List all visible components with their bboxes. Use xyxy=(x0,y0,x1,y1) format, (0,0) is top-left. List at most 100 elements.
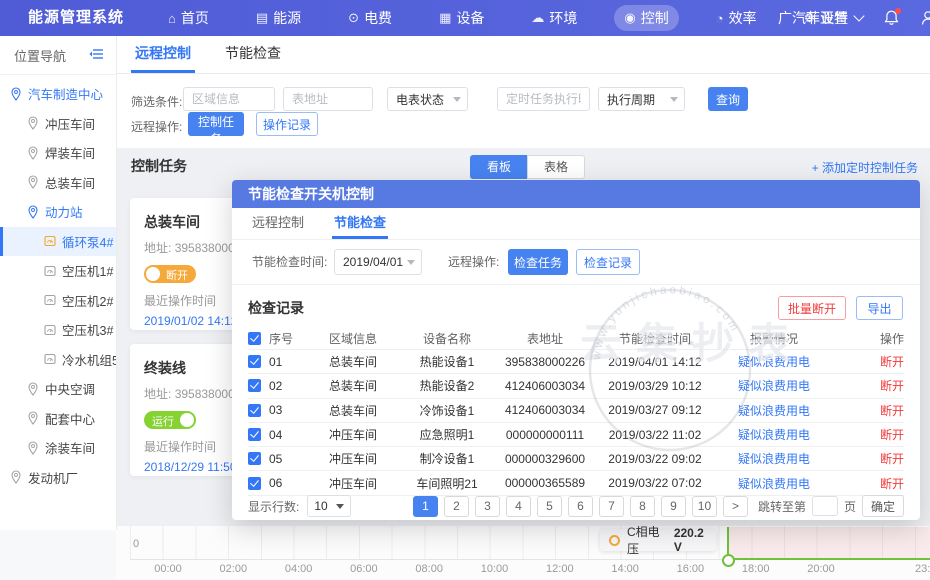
row-checkbox[interactable] xyxy=(248,452,261,465)
disconnect-link[interactable]: 断开 xyxy=(880,452,904,466)
sidebar-item-冷水机组5#[interactable]: 冷水机组5# xyxy=(0,345,116,375)
row-checkbox[interactable] xyxy=(248,428,261,441)
nav-item-设备[interactable]: ▦设备 xyxy=(429,5,494,31)
tab-energy-check[interactable]: 节能检查 xyxy=(221,43,285,73)
power-toggle-on[interactable]: 运行 xyxy=(144,411,196,429)
app-title: 能源管理系统 xyxy=(28,0,124,36)
page-button-6[interactable]: 6 xyxy=(568,496,593,517)
row-checkbox[interactable] xyxy=(248,355,261,368)
jump-page-input[interactable] xyxy=(812,496,838,516)
search-button[interactable]: 查询 xyxy=(708,87,748,111)
page-button-8[interactable]: 8 xyxy=(630,496,655,517)
sidebar-item-焊装车间[interactable]: 焊装车间 xyxy=(0,138,116,168)
dialog-tabs: 远程控制 节能检查 xyxy=(232,208,920,240)
page-button-3[interactable]: 3 xyxy=(475,496,500,517)
disconnect-link[interactable]: 断开 xyxy=(880,379,904,393)
section-title: 控制任务 xyxy=(131,156,187,176)
check-log-button[interactable]: 检查记录 xyxy=(576,249,640,275)
notification-bell-icon[interactable] xyxy=(883,9,900,27)
alarm-link[interactable]: 疑似浪费用电 xyxy=(738,452,810,466)
sidebar-item-空压机2#[interactable]: 空压机2# xyxy=(0,286,116,316)
rows-per-page-select[interactable]: 10 xyxy=(307,495,351,517)
sidebar-item-动力站[interactable]: 动力站 xyxy=(0,197,116,227)
header-cell: 序号 xyxy=(248,330,306,347)
sidebar-item-中央空调[interactable]: 中央空调 xyxy=(0,374,116,404)
export-button[interactable]: 导出 xyxy=(856,296,903,320)
power-toggle-off[interactable]: 断开 xyxy=(144,265,196,283)
nav-item-环境[interactable]: ☁环境 xyxy=(521,5,587,31)
alarm-link[interactable]: 疑似浪费用电 xyxy=(738,404,810,418)
company-selector[interactable]: 广汽菲亚特 xyxy=(778,8,863,28)
row-no: 01 xyxy=(269,355,282,369)
user-icon[interactable] xyxy=(920,9,930,27)
meter-icon xyxy=(44,324,56,336)
tab-remote-control[interactable]: 远程控制 xyxy=(131,43,195,73)
collapse-sidebar-icon[interactable] xyxy=(89,48,104,63)
alarm-link[interactable]: 疑似浪费用电 xyxy=(738,355,810,369)
control-task-button[interactable]: 控制任务 xyxy=(188,112,244,136)
company-name: 广汽菲亚特 xyxy=(778,8,848,28)
records-table: 序号区域信息设备名称表地址节能检查时间报警情况操作01总装车间热能设备13958… xyxy=(248,328,904,496)
add-timed-task-link[interactable]: + 添加定时控制任务 xyxy=(812,159,918,176)
nav-item-效率[interactable]: ◔效率 xyxy=(706,5,767,31)
next-page-button[interactable]: > xyxy=(723,496,748,517)
task-time-input[interactable] xyxy=(497,87,590,111)
x-tick-label: 04:00 xyxy=(285,563,313,575)
row-checkbox[interactable] xyxy=(248,379,261,392)
data-point xyxy=(722,554,735,567)
sidebar-item-总装车间[interactable]: 总装车间 xyxy=(0,168,116,198)
column-label: 序号 xyxy=(269,330,293,347)
location-pin-icon xyxy=(27,116,39,130)
page-button-1[interactable]: 1 xyxy=(413,496,438,517)
operation-log-button[interactable]: 操作记录 xyxy=(256,112,318,136)
sidebar-item-冲压车间[interactable]: 冲压车间 xyxy=(0,109,116,139)
period-select[interactable]: 执行周期 xyxy=(598,87,685,111)
view-table-button[interactable]: 表格 xyxy=(527,155,585,179)
meter-address-input[interactable] xyxy=(283,87,373,111)
nav-item-能源[interactable]: ▤能源 xyxy=(246,5,311,31)
dialog-tab-remote-control[interactable]: 远程控制 xyxy=(250,212,306,239)
disconnect-link[interactable]: 断开 xyxy=(880,428,904,442)
page-button-2[interactable]: 2 xyxy=(444,496,469,517)
page-button-10[interactable]: 10 xyxy=(692,496,717,517)
sidebar-item-汽车制造中心[interactable]: 汽车制造中心 xyxy=(0,79,116,109)
region-input[interactable] xyxy=(183,87,275,111)
nav-item-电费[interactable]: ⊙电费 xyxy=(338,5,402,31)
batch-disconnect-button[interactable]: 批量断开 xyxy=(778,296,846,320)
alarm-link[interactable]: 疑似浪费用电 xyxy=(738,428,810,442)
series-marker-icon xyxy=(609,535,620,546)
row-checkbox[interactable] xyxy=(248,477,261,490)
meter-status-select[interactable]: 电表状态 xyxy=(387,87,468,111)
page-button-7[interactable]: 7 xyxy=(599,496,624,517)
page-button-4[interactable]: 4 xyxy=(506,496,531,517)
check-date-select[interactable]: 2019/04/01 xyxy=(334,249,422,275)
disconnect-link[interactable]: 断开 xyxy=(880,404,904,418)
sidebar-item-循环泵4#[interactable]: 循环泵4# xyxy=(0,227,116,257)
page-button-5[interactable]: 5 xyxy=(537,496,562,517)
dialog-tab-energy-check[interactable]: 节能检查 xyxy=(332,212,388,239)
sidebar-item-配套中心[interactable]: 配套中心 xyxy=(0,404,116,434)
sidebar-item-空压机1#[interactable]: 空压机1# xyxy=(0,256,116,286)
select-all-checkbox[interactable] xyxy=(248,332,261,345)
sidebar-item-空压机3#[interactable]: 空压机3# xyxy=(0,315,116,345)
alarm-link[interactable]: 疑似浪费用电 xyxy=(738,477,810,491)
page-button-9[interactable]: 9 xyxy=(661,496,686,517)
sidebar-item-涂装车间[interactable]: 涂装车间 xyxy=(0,433,116,463)
sidebar-item-发动机厂[interactable]: 发动机厂 xyxy=(0,463,116,493)
topbar-right: 广汽菲亚特 xyxy=(778,0,930,36)
row-checkbox[interactable] xyxy=(248,404,261,417)
x-tick-label: 00:00 xyxy=(154,563,182,575)
nav-item-首页[interactable]: ⌂首页 xyxy=(158,5,219,31)
row-cell: 冲压车间 xyxy=(306,475,400,492)
disconnect-link[interactable]: 断开 xyxy=(880,477,904,491)
view-board-button[interactable]: 看板 xyxy=(470,155,527,179)
confirm-button[interactable]: 确定 xyxy=(862,495,904,517)
disconnect-link[interactable]: 断开 xyxy=(880,355,904,369)
row-cell: 冲压车间 xyxy=(306,450,400,467)
sidebar: 位置导航 汽车制造中心冲压车间焊装车间总装车间动力站循环泵4#空压机1#空压机2… xyxy=(0,36,117,530)
alarm-link[interactable]: 疑似浪费用电 xyxy=(738,379,810,393)
check-task-button[interactable]: 检查任务 xyxy=(508,249,568,275)
row-cell: 总装车间 xyxy=(306,402,400,419)
row-cell-action: 断开 xyxy=(834,450,904,467)
nav-item-控制[interactable]: ◉控制 xyxy=(614,5,678,31)
